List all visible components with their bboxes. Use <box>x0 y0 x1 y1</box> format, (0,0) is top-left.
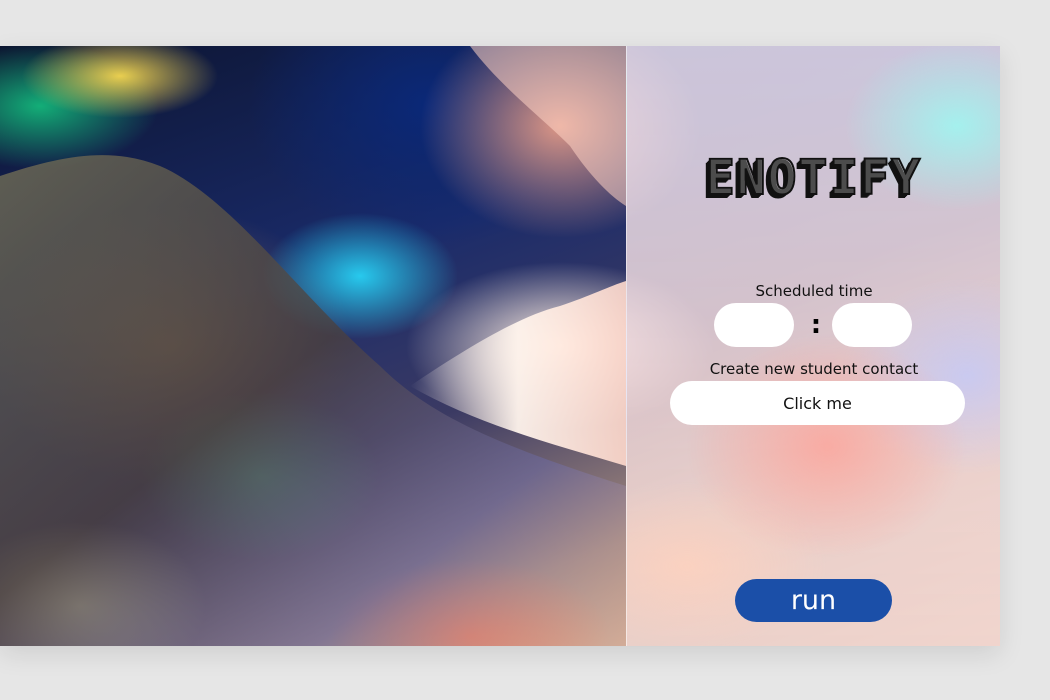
app-logo: ENOTIFY <box>705 149 923 207</box>
scheduled-time-label: Scheduled time <box>755 282 873 300</box>
minutes-input[interactable] <box>832 303 912 347</box>
hours-input[interactable] <box>714 303 794 347</box>
create-contact-button[interactable]: Click me <box>670 381 965 425</box>
control-panel: ENOTIFY Scheduled time : Create new stud… <box>626 46 1000 646</box>
time-separator: : <box>810 310 822 340</box>
run-button[interactable]: run <box>735 579 892 622</box>
create-contact-label: Create new student contact <box>709 360 919 378</box>
app-card: ENOTIFY Scheduled time : Create new stud… <box>0 46 1000 646</box>
scheduled-time-row: : <box>714 303 914 347</box>
